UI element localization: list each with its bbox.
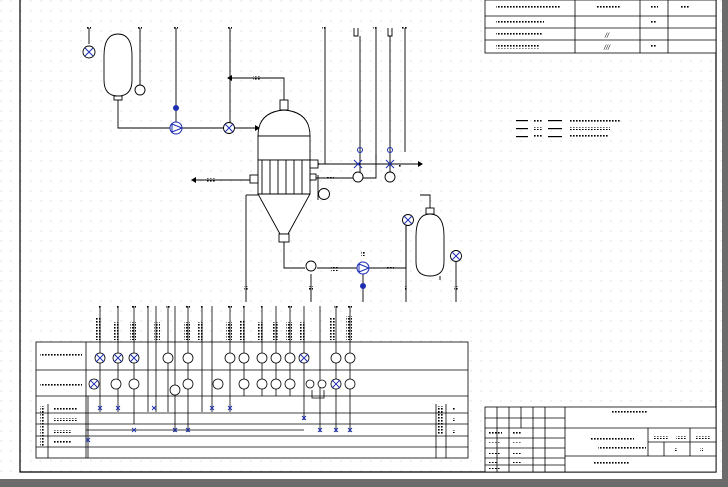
- receiver-vessel-right: [415, 207, 445, 277]
- title-block-table-top: [484, 0, 717, 54]
- table-mark-row-4: ///: [603, 44, 611, 51]
- window-bottom-frame: [0, 479, 728, 487]
- window-right-frame: [722, 0, 728, 487]
- cad-drawing-canvas[interactable]: // ///: [0, 0, 728, 487]
- storage-vessel-left: [103, 33, 133, 101]
